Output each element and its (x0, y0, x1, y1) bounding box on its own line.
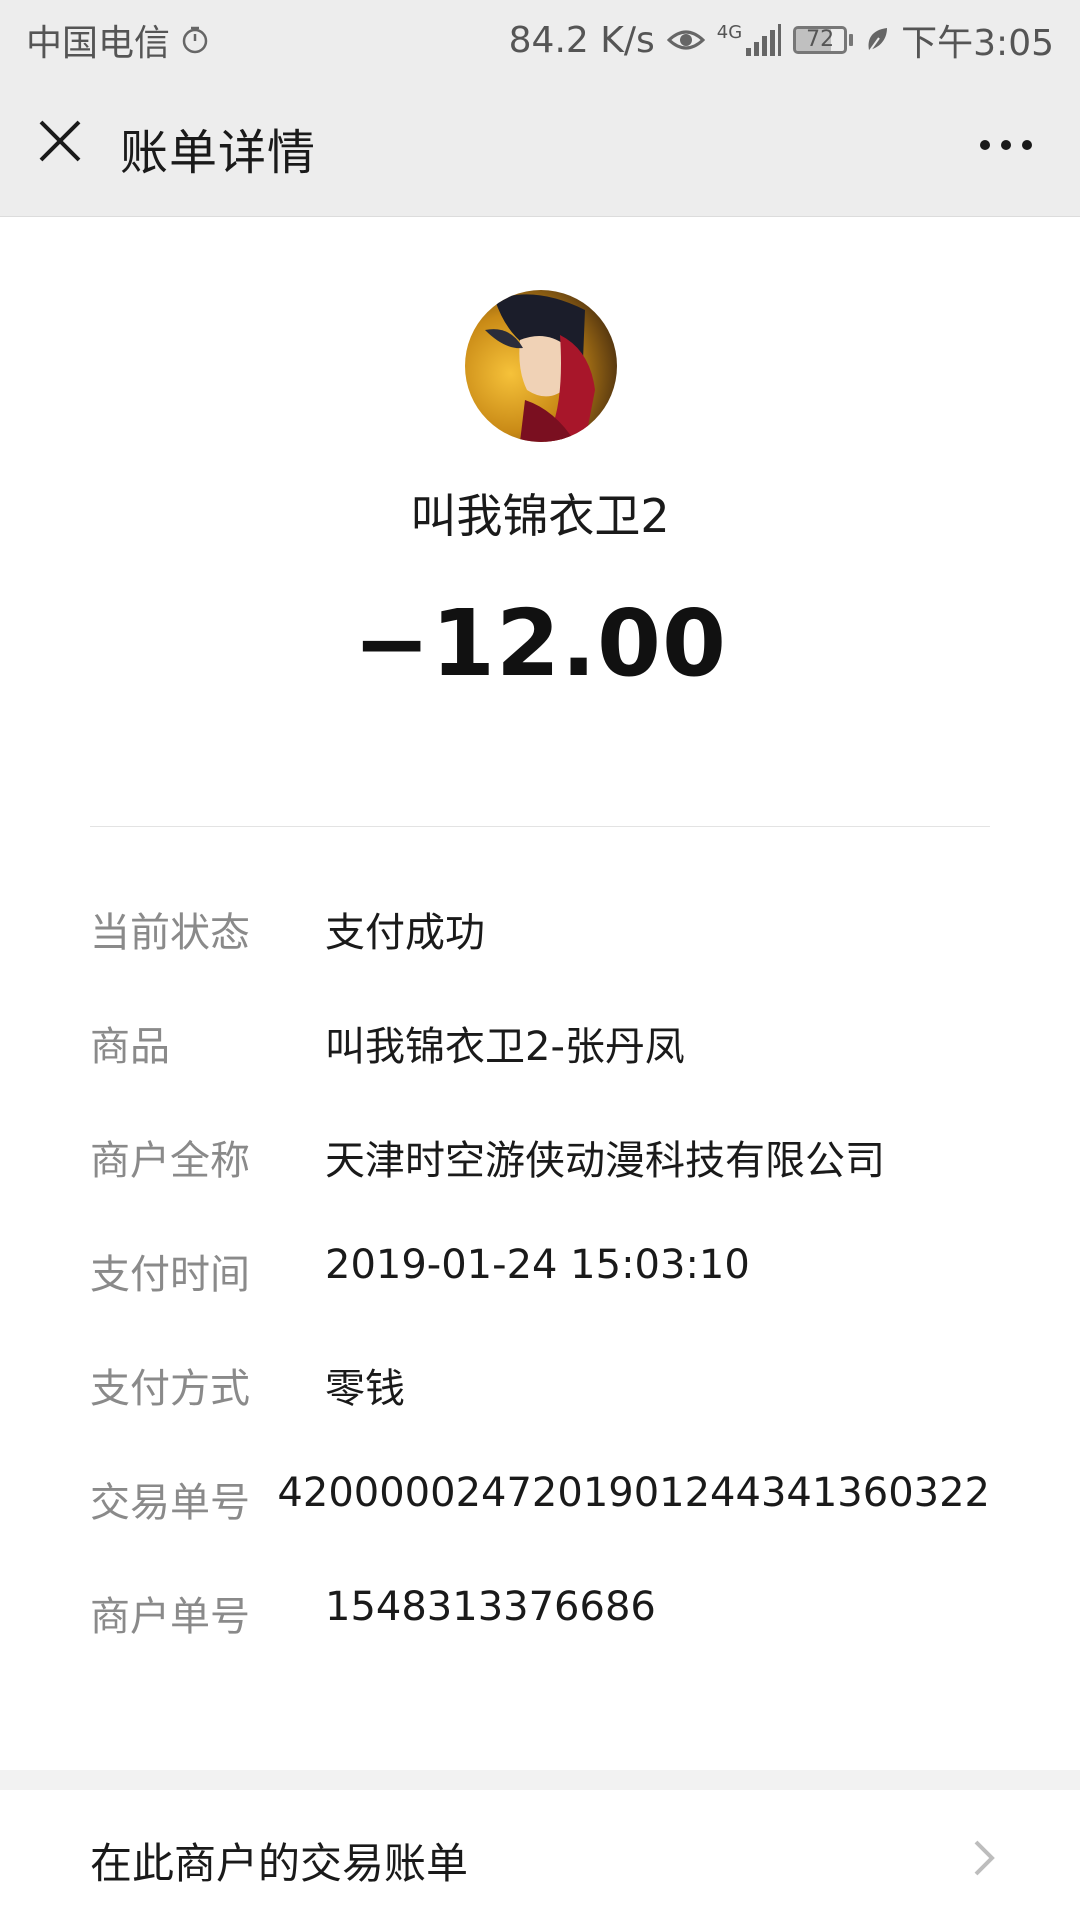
merchant-name: 叫我锦衣卫2 (410, 489, 670, 543)
detail-row-merchant: 商户全称 天津时空游侠动漫科技有限公司 (90, 1128, 990, 1242)
transaction-details: 当前状态 支付成功 商品 叫我锦衣卫2-张丹凤 商户全称 天津时空游侠动漫科技有… (90, 900, 990, 1698)
detail-row-status: 当前状态 支付成功 (90, 900, 990, 1014)
detail-row-merchant-order-id: 商户单号 1548313376686 (90, 1584, 990, 1698)
detail-label: 当前状态 (90, 910, 250, 956)
battery-level: 72 (806, 27, 835, 52)
detail-label: 商品 (90, 1024, 170, 1070)
detail-row-pay-method: 支付方式 零钱 (90, 1356, 990, 1470)
signal-icon: 4G (716, 22, 782, 56)
network-type: 4G (716, 22, 743, 43)
detail-value: 天津时空游侠动漫科技有限公司 (325, 1138, 885, 1184)
detail-value: 叫我锦衣卫2-张丹凤 (325, 1024, 685, 1070)
title-bar: 账单详情 (0, 75, 1080, 217)
carrier-label: 中国电信 (26, 23, 171, 64)
leaf-icon (865, 26, 889, 54)
battery-icon: 72 (793, 26, 854, 54)
detail-label: 商户单号 (90, 1594, 250, 1640)
detail-value: 零钱 (325, 1366, 405, 1412)
detail-row-transaction-id: 交易单号 4200000247201901244341360322 (90, 1470, 990, 1584)
status-bar: 中国电信 84.2 K/s 4G 72 下午3:05 (0, 0, 1080, 75)
divider (90, 826, 990, 827)
page-title: 账单详情 (120, 125, 317, 181)
eye-icon (666, 25, 705, 55)
more-button[interactable] (966, 115, 1046, 175)
detail-label: 支付时间 (90, 1252, 250, 1298)
detail-label: 商户全称 (90, 1138, 250, 1184)
network-speed: 84.2 K/s (508, 19, 655, 61)
avatar (465, 290, 617, 442)
detail-value: 支付成功 (325, 910, 485, 956)
clock-time: 下午3:05 (901, 23, 1054, 64)
merchant-bills-link[interactable]: 在此商户的交易账单 (0, 1790, 1080, 1920)
detail-row-pay-time: 支付时间 2019-01-24 15:03:10 (90, 1242, 990, 1356)
merchant-bills-label: 在此商户的交易账单 (90, 1839, 469, 1888)
detail-value: 1548313376686 (325, 1584, 656, 1630)
alarm-icon (180, 25, 210, 55)
detail-label: 交易单号 (90, 1480, 250, 1526)
detail-value: 2019-01-24 15:03:10 (325, 1242, 750, 1288)
chevron-right-icon (974, 1840, 995, 1876)
more-icon (980, 140, 1032, 150)
detail-label: 支付方式 (90, 1366, 250, 1412)
section-separator (0, 1770, 1080, 1790)
close-button[interactable] (30, 111, 90, 171)
close-icon (39, 120, 81, 162)
detail-value: 4200000247201901244341360322 (277, 1470, 990, 1516)
detail-row-product: 商品 叫我锦衣卫2-张丹凤 (90, 1014, 990, 1128)
transaction-amount: −12.00 (352, 590, 728, 697)
